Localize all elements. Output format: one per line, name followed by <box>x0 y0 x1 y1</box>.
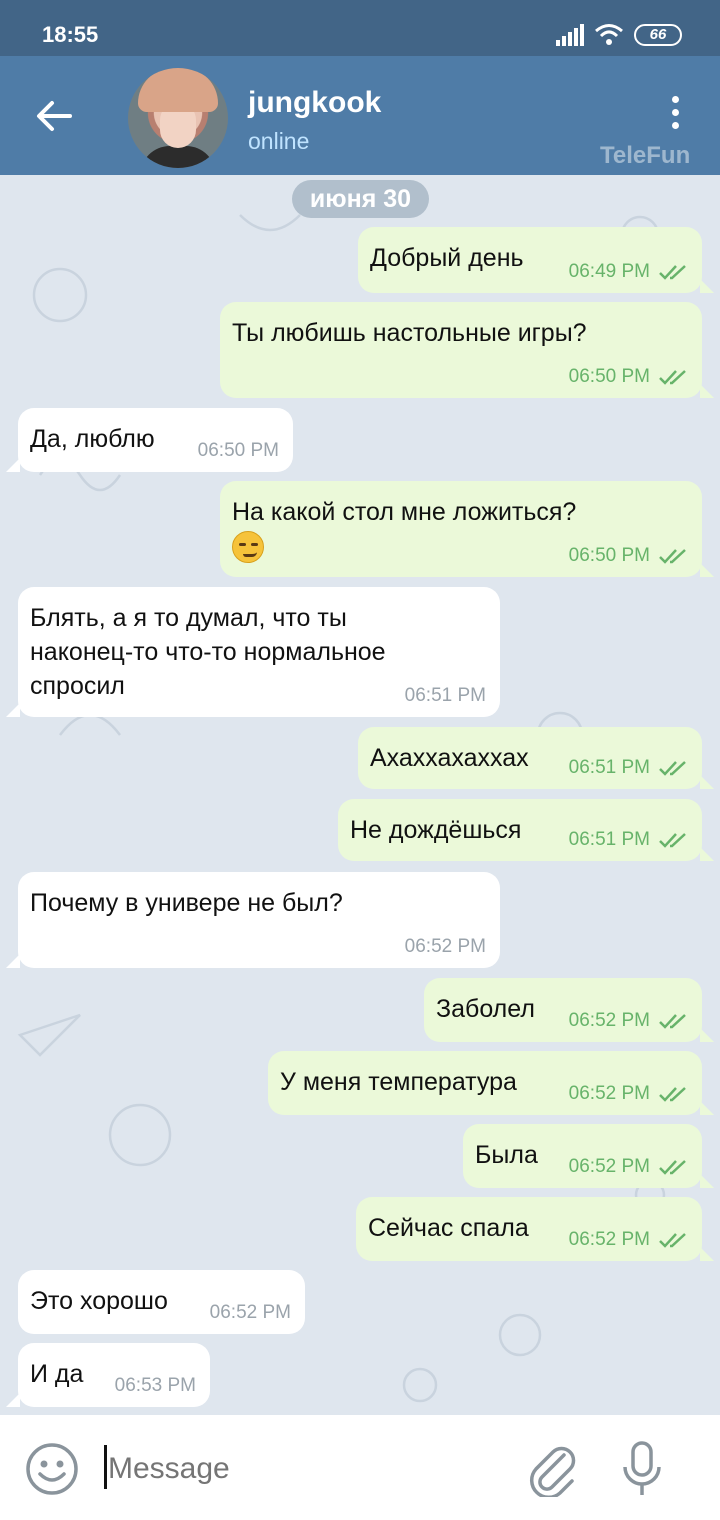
message-incoming[interactable]: Да, люблю 06:50 PM <box>6 408 293 472</box>
message-text: Заболел <box>436 995 535 1023</box>
message-time: 06:52 PM <box>209 1302 291 1323</box>
contact-status: online <box>248 128 310 154</box>
message-time: 06:50 PM <box>568 545 650 566</box>
message-text: Это хорошо <box>30 1287 168 1315</box>
message-time: 06:50 PM <box>197 440 279 461</box>
message-time: 06:53 PM <box>114 1375 196 1396</box>
date-separator: июня 30 <box>292 180 429 218</box>
message-text: У меня температура <box>280 1068 517 1096</box>
smirk-emoji-icon <box>232 531 264 564</box>
message-text: Сейчас спала <box>368 1214 529 1242</box>
message-incoming[interactable]: Почему в универе не был? 06:52 PM <box>6 872 500 968</box>
double-check-icon <box>659 761 686 776</box>
text-cursor <box>104 1445 107 1489</box>
message-outgoing[interactable]: Добрый день 06:49 PM <box>358 227 714 293</box>
message-text: Почему в универе не был? <box>30 889 343 917</box>
message-text: И да <box>30 1360 84 1388</box>
double-check-icon <box>659 1233 686 1248</box>
message-outgoing[interactable]: Заболел 06:52 PM <box>424 978 714 1042</box>
emoji-icon[interactable] <box>24 1441 80 1497</box>
message-incoming[interactable]: Это хорошо 06:52 PM <box>18 1270 305 1334</box>
message-time: 06:50 PM <box>568 366 650 387</box>
status-bar: 18:55 66 <box>0 0 720 56</box>
message-time: 06:52 PM <box>404 936 486 957</box>
double-check-icon <box>659 833 686 848</box>
message-text: Добрый день <box>370 244 524 272</box>
double-check-icon <box>659 1160 686 1175</box>
more-options-icon[interactable] <box>660 96 690 136</box>
message-incoming[interactable]: Блять, а я то думал, что ты наконец-то ч… <box>6 587 500 717</box>
message-outgoing[interactable]: Ахаххахаххах 06:51 PM <box>358 727 714 789</box>
message-text: Была <box>475 1141 538 1169</box>
message-outgoing[interactable]: Была 06:52 PM <box>463 1124 714 1188</box>
double-check-icon <box>659 1014 686 1029</box>
message-outgoing[interactable]: На какой стол мне ложиться? 06:50 PM <box>220 481 714 577</box>
message-input[interactable] <box>108 1449 488 1489</box>
message-time: 06:51 PM <box>568 829 650 850</box>
message-outgoing[interactable]: Ты любишь настольные игры? 06:50 PM <box>220 302 714 398</box>
wifi-icon <box>595 24 623 45</box>
message-text: Да, люблю <box>30 425 155 453</box>
status-time: 18:55 <box>42 22 99 47</box>
message-text: Ты любишь настольные игры? <box>232 319 587 347</box>
message-text: Не дождёшься <box>350 816 522 844</box>
double-check-icon <box>659 370 686 385</box>
microphone-icon[interactable] <box>620 1439 664 1499</box>
message-outgoing[interactable]: У меня температура 06:52 PM <box>268 1051 714 1115</box>
signal-icon <box>556 24 584 46</box>
message-text: На какой стол мне ложиться? <box>232 498 577 526</box>
double-check-icon <box>659 549 686 564</box>
message-line: Блять, а я то думал, что ты <box>30 604 347 632</box>
back-arrow-icon[interactable] <box>34 96 74 136</box>
message-time: 06:51 PM <box>404 685 486 706</box>
double-check-icon <box>659 265 686 280</box>
avatar[interactable] <box>128 68 228 168</box>
battery-icon: 66 <box>634 24 682 46</box>
message-time: 06:49 PM <box>568 261 650 282</box>
message-time: 06:51 PM <box>568 757 650 778</box>
message-time: 06:52 PM <box>568 1010 650 1031</box>
message-line: спросил <box>30 672 125 700</box>
message-time: 06:52 PM <box>568 1156 650 1177</box>
message-incoming[interactable]: И да 06:53 PM <box>6 1343 210 1407</box>
message-outgoing[interactable]: Сейчас спала 06:52 PM <box>356 1197 714 1261</box>
double-check-icon <box>659 1087 686 1102</box>
message-time: 06:52 PM <box>568 1083 650 1104</box>
message-text: Ахаххахаххах <box>370 744 529 772</box>
message-outgoing[interactable]: Не дождёшься 06:51 PM <box>338 799 714 861</box>
message-line: наконец-то что-то нормальное <box>30 638 386 666</box>
attach-icon[interactable] <box>526 1441 580 1497</box>
contact-name[interactable]: jungkook <box>248 86 381 120</box>
message-composer <box>0 1415 720 1520</box>
watermark: TeleFun <box>600 142 691 169</box>
message-time: 06:52 PM <box>568 1229 650 1250</box>
